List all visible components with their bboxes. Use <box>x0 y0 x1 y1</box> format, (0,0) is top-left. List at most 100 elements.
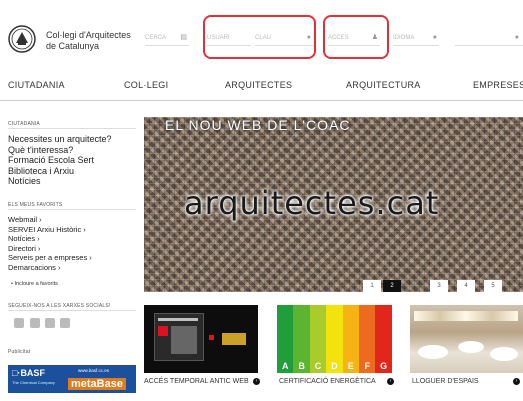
caption-certificacio[interactable]: CERTIFICACIÓ ENERGÈTICA <box>279 378 376 385</box>
extra-field[interactable]: ● <box>455 31 523 46</box>
old-site-image <box>171 326 197 354</box>
energy-class-b: B <box>293 305 310 373</box>
energy-letter-e: E <box>347 361 354 371</box>
add-favorite-label: Incloure a favorits <box>14 281 58 287</box>
sidebar-heading-ciutadania: CIUTADANIA <box>8 121 40 127</box>
energy-class-c: C <box>309 305 327 373</box>
ciutadania-links: Necessites un arquitecte? Què t'interess… <box>8 134 112 187</box>
fav-link-empreses-label: Serveis per a empreses <box>8 253 88 262</box>
search-icon[interactable]: ▤ <box>180 34 187 42</box>
pager-1[interactable]: 1 <box>363 280 381 292</box>
room-table-middle <box>458 341 484 353</box>
sidebar-divider <box>8 128 136 129</box>
energy-class-a: A <box>277 305 294 373</box>
youtube-icon[interactable] <box>60 318 70 328</box>
pager-5[interactable]: 5 <box>484 280 502 292</box>
user-placeholder: USUARI <box>207 35 230 41</box>
energy-letter-d: D <box>331 361 338 371</box>
sidebar-link-interessa[interactable]: Què t'interessa? <box>8 145 112 156</box>
brand-name[interactable]: Col·legi d'Arquitectes de Catalunya <box>46 30 131 52</box>
twitter-icon[interactable] <box>14 318 24 328</box>
sidebar-link-noticies[interactable]: Notícies <box>8 176 112 187</box>
pager-4[interactable]: 4 <box>457 280 475 292</box>
fav-link-arxiu[interactable]: SERVEI Arxiu Històric › <box>8 225 92 235</box>
nav-arquitectura[interactable]: ARQUITECTURA <box>346 80 421 90</box>
fav-link-demarcacions[interactable]: Demarcacions › <box>8 263 92 273</box>
user-icon[interactable]: ♟ <box>372 34 378 42</box>
coac-logo-icon[interactable] <box>7 24 37 54</box>
language-icon[interactable]: ● <box>433 34 437 42</box>
basf-brand: BASF <box>20 368 45 378</box>
fav-link-directori[interactable]: Directori › <box>8 244 92 254</box>
sidebar-heading-publicitat: Publicitat <box>8 349 31 355</box>
energy-letter-a: A <box>281 361 289 371</box>
nav-collegi[interactable]: COL·LEGI <box>124 80 168 90</box>
facebook-icon[interactable] <box>30 318 40 328</box>
fav-link-noticies-label: Notícies <box>8 234 36 243</box>
nav-divider <box>0 100 523 101</box>
sidebar-heading-favorits: ELS MEUS FAVORITS <box>8 202 63 208</box>
add-favorite-link[interactable]: • Incloure a favorits <box>11 281 58 287</box>
old-site-red-block <box>158 326 168 336</box>
sidebar-link-biblioteca[interactable]: Biblioteca i Arxiu <box>8 166 112 177</box>
brand-line-2: de Catalunya <box>46 41 100 51</box>
fav-link-webmail[interactable]: Webmail › <box>8 215 92 225</box>
extra-field-icon[interactable]: ● <box>515 34 519 42</box>
basf-logo: □·BASF <box>12 368 45 378</box>
user-field[interactable]: USUARI <box>207 31 251 46</box>
access-field[interactable]: ACCES ♟ <box>328 31 380 46</box>
pager-3[interactable]: 3 <box>430 280 448 292</box>
fav-link-directori-label: Directori <box>8 243 36 253</box>
fav-link-demarcacions-label: Demarcacions <box>8 262 56 272</box>
basf-url: www.basf.cc.es <box>78 368 110 373</box>
hero-overlay-text: EL NOU WEB DE L'COAC <box>165 117 351 133</box>
red-marker <box>209 335 214 340</box>
old-site-screenshot <box>154 313 204 361</box>
fav-link-empreses[interactable]: Serveis per a empreses › <box>8 253 92 263</box>
nav-arquitectes[interactable]: ARQUITECTES <box>225 80 292 90</box>
energy-letter-f: F <box>364 361 370 371</box>
fav-link-arxiu-label: SERVEI Arxiu Històric <box>8 224 82 234</box>
metabase-product: metaBase <box>68 378 126 390</box>
language-select[interactable]: IDIOMA ● <box>393 31 439 46</box>
energy-letter-b: B <box>298 361 305 371</box>
energy-letter-c: C <box>314 361 322 371</box>
basf-tagline: The Chemical Company <box>12 380 55 385</box>
caption-certificacio-arrow-icon[interactable]: › <box>387 378 394 385</box>
linkedin-icon[interactable] <box>45 318 55 328</box>
submit-login-icon[interactable]: ● <box>307 34 311 42</box>
key-placeholder: CLAU <box>255 35 272 41</box>
energy-letter-g: G <box>380 361 388 371</box>
room-lights <box>414 311 518 321</box>
basf-ad-banner[interactable]: □·BASF The Chemical Company www.basf.cc.… <box>8 365 136 393</box>
sidebar-divider <box>8 310 136 311</box>
room-table-left <box>418 345 448 359</box>
password-field[interactable]: CLAU ● <box>255 31 313 46</box>
sidebar-divider <box>8 209 136 210</box>
nav-ciutadania[interactable]: CIUTADANIA <box>8 80 65 90</box>
energy-class-f: F <box>359 305 376 373</box>
yellow-block <box>222 333 246 345</box>
energy-class-d: D <box>326 305 343 373</box>
thumb-certificacio[interactable]: A B C D E F G <box>277 305 392 373</box>
thumb-antic-web[interactable] <box>144 305 258 373</box>
brand-line-1: Col·legi d'Arquitectes <box>46 30 131 40</box>
favorits-links: Webmail › SERVEI Arxiu Històric › Notíci… <box>8 215 92 272</box>
caption-lloguer-arrow-icon[interactable]: › <box>513 378 520 385</box>
search-input[interactable]: CERCA ▤ <box>145 31 189 46</box>
fav-link-noticies[interactable]: Notícies › <box>8 234 92 244</box>
language-placeholder: IDIOMA <box>393 35 415 41</box>
search-placeholder: CERCA <box>145 35 167 41</box>
old-site-header-bar <box>158 318 198 321</box>
energy-class-e: E <box>342 305 359 373</box>
sidebar-link-necessites[interactable]: Necessites un arquitecte? <box>8 134 112 145</box>
nav-empreses[interactable]: EMPRESES <box>473 80 523 90</box>
pager-2[interactable]: 2 <box>383 280 401 292</box>
caption-antic-web-arrow-icon[interactable]: › <box>253 378 260 385</box>
energy-class-g: G <box>375 305 392 373</box>
sidebar-link-formacio[interactable]: Formació Escola Sert <box>8 155 112 166</box>
caption-lloguer[interactable]: LLOGUER D'ESPAIS <box>412 378 479 385</box>
thumb-lloguer-espais[interactable] <box>410 305 523 373</box>
caption-antic-web[interactable]: ACCÉS TEMPORAL ANTIC WEB <box>144 378 249 385</box>
room-table-right <box>490 347 518 361</box>
